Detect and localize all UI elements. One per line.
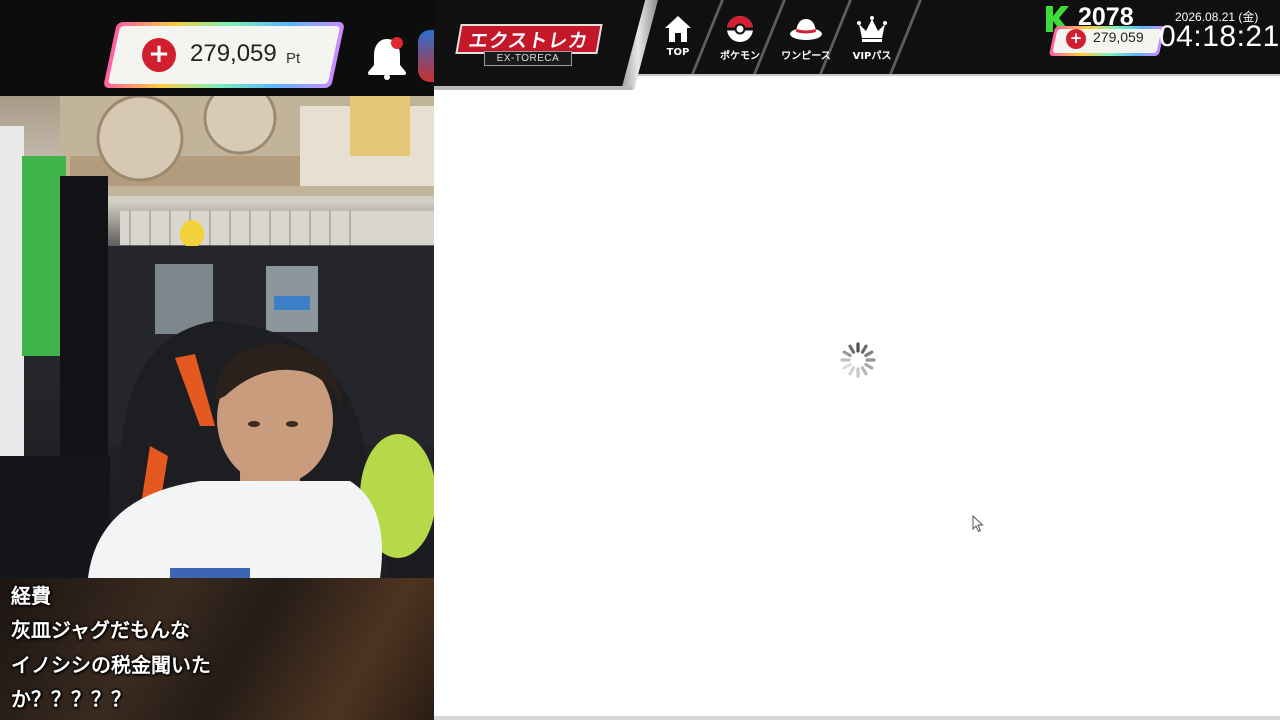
webcam-feed <box>0 96 434 578</box>
comment-line: 経費 <box>11 584 51 608</box>
site-logo-subtitle: EX-TORECA <box>484 51 572 66</box>
loading-spinner-icon <box>840 342 876 378</box>
comment-overlay: 経費 灰皿ジャグだもんな イノシシの税金聞いた か？？？？？ <box>0 578 434 720</box>
points-value: 279,059 <box>190 40 277 67</box>
nav-vip-pass[interactable]: VIPパス <box>840 10 904 68</box>
nav-onepiece[interactable]: ワンピース <box>774 10 838 68</box>
comment-line: イノシシの税金聞いた <box>11 653 211 677</box>
nav-pokemon[interactable]: ポケモン <box>708 10 772 68</box>
straw-hat-icon <box>790 19 822 40</box>
stream-panel: + 279,059 Pt 経費 灰皿ジャグだもんな イノシシの税金聞いた か？？… <box>0 0 434 720</box>
crown-icon <box>857 16 887 42</box>
nav-vip-pass-label: VIPパス <box>852 51 892 62</box>
add-points-icon[interactable]: + <box>1066 29 1086 49</box>
points-unit: Pt <box>286 50 301 67</box>
site-logo[interactable]: エクストレカ <box>455 24 603 54</box>
home-icon <box>665 16 691 42</box>
header-divider <box>630 74 1280 76</box>
comment-line: 灰皿ジャグだもんな <box>11 618 190 642</box>
header-points-value: 279,059 <box>1093 29 1144 45</box>
avatar[interactable] <box>418 30 434 82</box>
page-content <box>434 76 1280 720</box>
nav-top-label: TOP <box>666 47 690 58</box>
nav-pokemon-label: ポケモン <box>720 51 760 62</box>
pokeball-icon <box>727 16 753 42</box>
webcam-scene <box>0 96 434 578</box>
add-points-icon[interactable]: + <box>142 38 176 72</box>
clock-time: 04:18:21 <box>1159 20 1280 53</box>
content-bottom-border <box>434 716 1280 720</box>
mouse-cursor-icon <box>972 515 984 533</box>
comment-line: か？？？？？ <box>11 687 131 711</box>
bell-icon[interactable] <box>366 34 408 80</box>
nav-onepiece-label: ワンピース <box>781 51 831 62</box>
nav-top[interactable]: TOP <box>646 10 710 68</box>
logo-underline <box>434 86 632 90</box>
